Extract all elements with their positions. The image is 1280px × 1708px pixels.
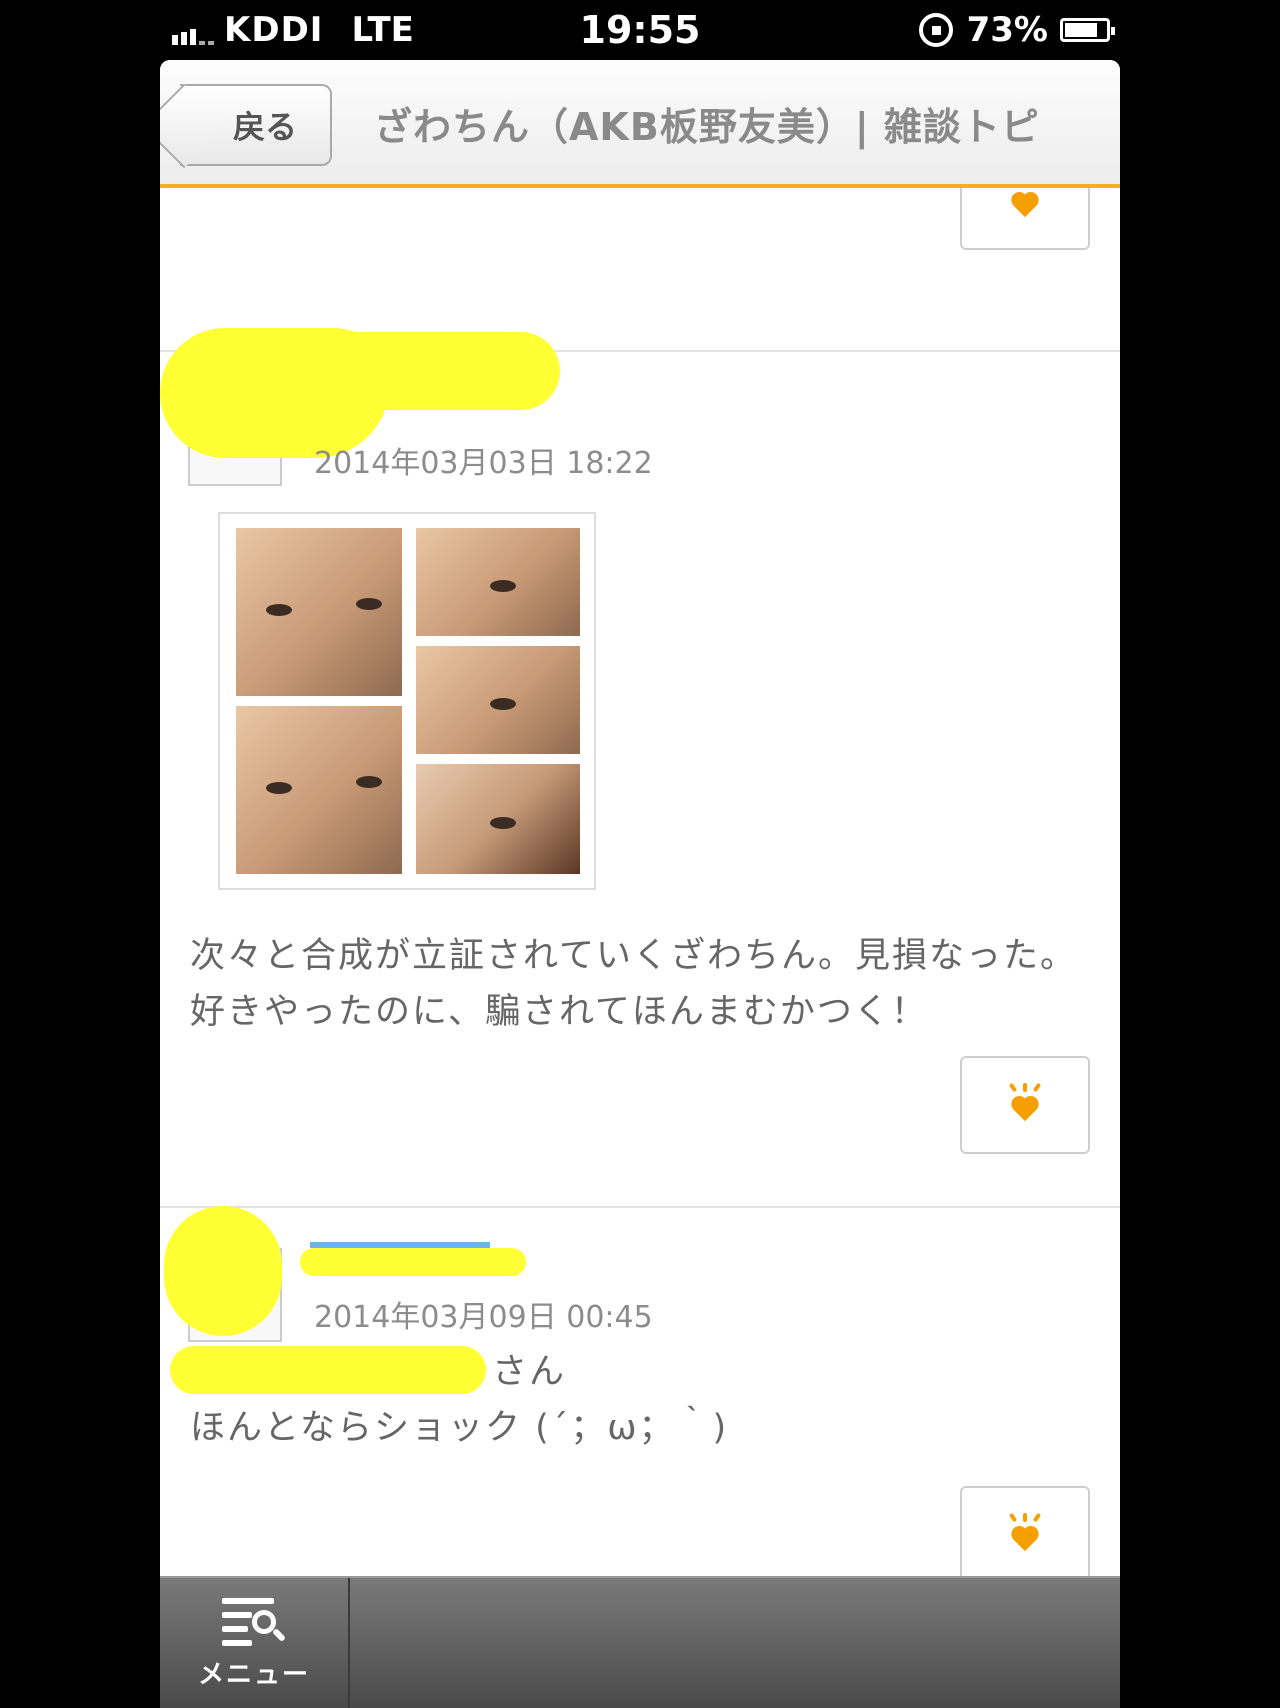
face-photo [416,646,580,754]
status-right: 73% [918,10,1115,50]
face-photo [236,528,402,696]
redaction-mark [300,1248,526,1276]
app-screen: 戻る ざわちん（AKB板野友美）| 雑談トピ 2014年03月03日 18:22… [160,60,1120,1708]
comment-text-line: ほんとならショック (´；ω；｀) [190,1408,729,1448]
comment-item: 2014年03月09日 00:45 さん ほんとならショック (´；ω；｀) [160,1206,1120,1578]
menu-button[interactable]: メニュー [160,1578,350,1708]
redaction-mark [170,1346,486,1394]
face-photo [416,528,580,636]
redaction-mark [164,1206,282,1336]
heart-icon [1005,188,1045,223]
heart-icon [1005,1082,1045,1127]
battery-percent: 73% [966,10,1048,50]
comment-list[interactable]: 2014年03月03日 18:22 次々と合成が立証されていくざわちん。見損なっ… [160,188,1120,1578]
rotation-lock-icon [918,13,953,47]
redaction-mark [180,332,560,410]
menu-search-icon [222,1596,287,1648]
heart-icon [1005,1512,1045,1557]
back-label: 戻る [232,108,297,146]
face-photo [416,764,580,874]
like-button[interactable] [960,1056,1090,1154]
battery-icon [1060,18,1115,42]
bottom-toolbar: メニュー [160,1576,1120,1708]
comment-item: 2014年03月03日 18:22 次々と合成が立証されていくざわちん。見損なっ… [160,328,1120,1210]
nav-bar: 戻る ざわちん（AKB板野友美）| 雑談トピ [160,60,1120,188]
like-button[interactable] [960,188,1090,250]
comment-image[interactable] [218,512,596,890]
menu-label: メニュー [197,1659,310,1690]
status-bar: KDDI LTE 19:55 73% [160,0,1120,60]
face-photo [236,706,402,874]
like-button[interactable] [960,1486,1090,1578]
comment-timestamp: 2014年03月09日 00:45 [314,1300,653,1335]
comment-text: 次々と合成が立証されていくざわちん。見損なった。好きやったのに、騙されてほんまむ… [190,936,1077,1032]
page-title: ざわちん（AKB板野友美）| 雑談トピ [374,105,1040,149]
back-button[interactable]: 戻る [180,84,332,166]
comment-timestamp: 2014年03月03日 18:22 [314,446,653,481]
